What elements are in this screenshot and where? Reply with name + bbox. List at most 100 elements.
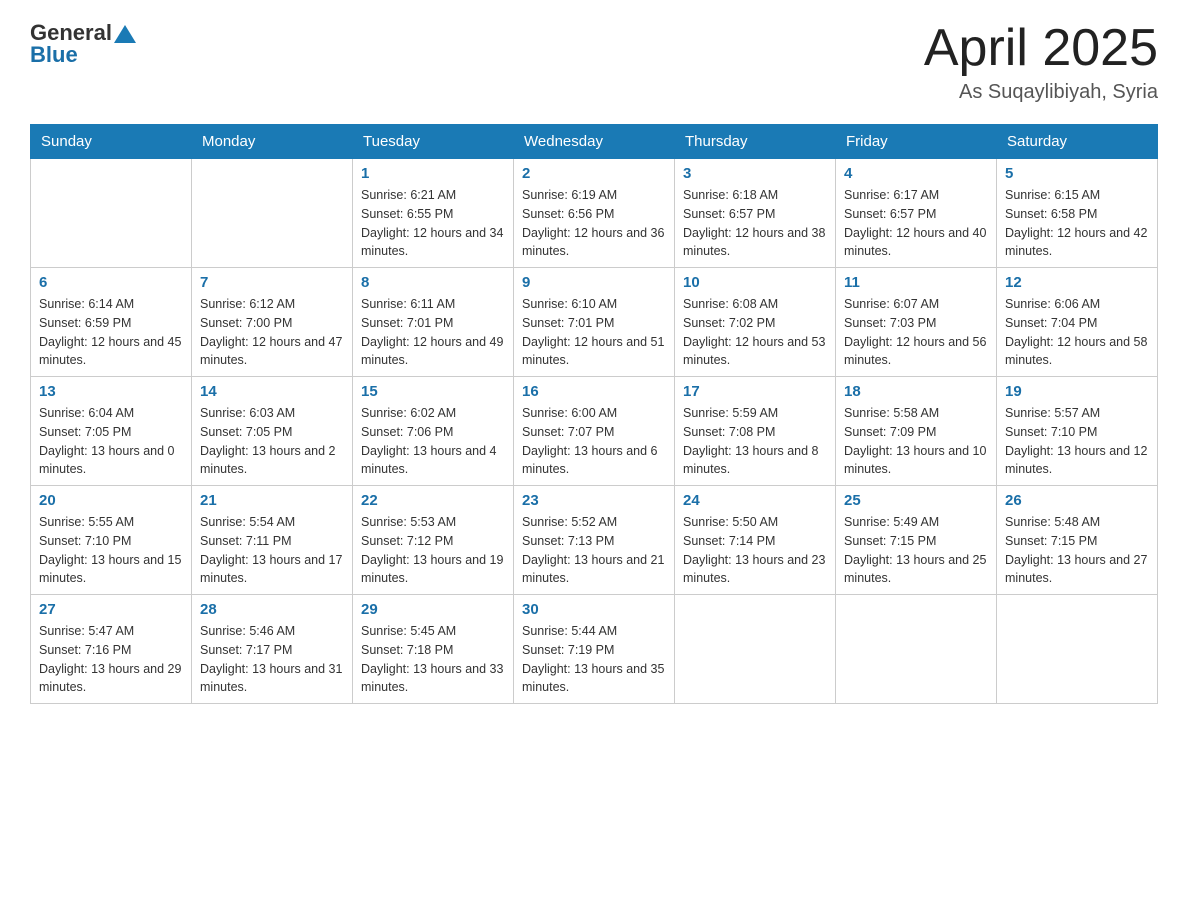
day-of-week-header: Tuesday	[353, 125, 514, 159]
day-number: 7	[200, 274, 344, 291]
calendar-cell	[31, 159, 192, 268]
calendar-cell	[675, 595, 836, 704]
day-number: 12	[1005, 274, 1149, 291]
day-number: 10	[683, 274, 827, 291]
day-info: Sunrise: 6:03 AMSunset: 7:05 PMDaylight:…	[200, 404, 344, 479]
day-info: Sunrise: 5:44 AMSunset: 7:19 PMDaylight:…	[522, 622, 666, 697]
day-number: 29	[361, 601, 505, 618]
calendar-cell: 21 Sunrise: 5:54 AMSunset: 7:11 PMDayligh…	[192, 486, 353, 595]
day-info: Sunrise: 5:46 AMSunset: 7:17 PMDaylight:…	[200, 622, 344, 697]
calendar-cell: 25 Sunrise: 5:49 AMSunset: 7:15 PMDayligh…	[836, 486, 997, 595]
day-number: 25	[844, 492, 988, 509]
calendar-header-row: SundayMondayTuesdayWednesdayThursdayFrid…	[31, 125, 1158, 159]
day-info: Sunrise: 6:04 AMSunset: 7:05 PMDaylight:…	[39, 404, 183, 479]
day-number: 14	[200, 383, 344, 400]
day-info: Sunrise: 6:11 AMSunset: 7:01 PMDaylight:…	[361, 295, 505, 370]
day-number: 11	[844, 274, 988, 291]
day-info: Sunrise: 5:59 AMSunset: 7:08 PMDaylight:…	[683, 404, 827, 479]
day-number: 3	[683, 165, 827, 182]
title-block: April 2025 As Suqaylibiyah, Syria	[924, 20, 1158, 104]
day-info: Sunrise: 5:54 AMSunset: 7:11 PMDaylight:…	[200, 513, 344, 588]
calendar-cell: 11 Sunrise: 6:07 AMSunset: 7:03 PMDayligh…	[836, 268, 997, 377]
calendar-cell: 15 Sunrise: 6:02 AMSunset: 7:06 PMDayligh…	[353, 377, 514, 486]
day-info: Sunrise: 6:15 AMSunset: 6:58 PMDaylight:…	[1005, 186, 1149, 261]
calendar-cell: 12 Sunrise: 6:06 AMSunset: 7:04 PMDayligh…	[997, 268, 1158, 377]
day-info: Sunrise: 5:49 AMSunset: 7:15 PMDaylight:…	[844, 513, 988, 588]
day-info: Sunrise: 6:00 AMSunset: 7:07 PMDaylight:…	[522, 404, 666, 479]
day-info: Sunrise: 6:17 AMSunset: 6:57 PMDaylight:…	[844, 186, 988, 261]
calendar-cell: 26 Sunrise: 5:48 AMSunset: 7:15 PMDayligh…	[997, 486, 1158, 595]
day-of-week-header: Saturday	[997, 125, 1158, 159]
day-info: Sunrise: 5:58 AMSunset: 7:09 PMDaylight:…	[844, 404, 988, 479]
subtitle: As Suqaylibiyah, Syria	[924, 81, 1158, 104]
calendar-week-row: 13 Sunrise: 6:04 AMSunset: 7:05 PMDayligh…	[31, 377, 1158, 486]
calendar-cell: 10 Sunrise: 6:08 AMSunset: 7:02 PMDayligh…	[675, 268, 836, 377]
calendar-table: SundayMondayTuesdayWednesdayThursdayFrid…	[30, 124, 1158, 704]
day-number: 9	[522, 274, 666, 291]
day-info: Sunrise: 6:12 AMSunset: 7:00 PMDaylight:…	[200, 295, 344, 370]
day-number: 13	[39, 383, 183, 400]
calendar-cell	[836, 595, 997, 704]
day-number: 21	[200, 492, 344, 509]
day-number: 23	[522, 492, 666, 509]
day-number: 19	[1005, 383, 1149, 400]
day-number: 1	[361, 165, 505, 182]
day-number: 2	[522, 165, 666, 182]
day-info: Sunrise: 5:52 AMSunset: 7:13 PMDaylight:…	[522, 513, 666, 588]
calendar-week-row: 6Sunrise: 6:14 AMSunset: 6:59 PMDaylight…	[31, 268, 1158, 377]
logo: General Blue	[30, 20, 136, 68]
calendar-cell: 8 Sunrise: 6:11 AMSunset: 7:01 PMDaylight…	[353, 268, 514, 377]
calendar-cell: 29 Sunrise: 5:45 AMSunset: 7:18 PMDayligh…	[353, 595, 514, 704]
day-number: 4	[844, 165, 988, 182]
day-info: Sunrise: 6:19 AMSunset: 6:56 PMDaylight:…	[522, 186, 666, 261]
calendar-cell: 22Sunrise: 5:53 AMSunset: 7:12 PMDayligh…	[353, 486, 514, 595]
day-info: Sunrise: 6:18 AMSunset: 6:57 PMDaylight:…	[683, 186, 827, 261]
day-info: Sunrise: 6:06 AMSunset: 7:04 PMDaylight:…	[1005, 295, 1149, 370]
day-info: Sunrise: 6:08 AMSunset: 7:02 PMDaylight:…	[683, 295, 827, 370]
calendar-cell: 19 Sunrise: 5:57 AMSunset: 7:10 PMDayligh…	[997, 377, 1158, 486]
day-number: 24	[683, 492, 827, 509]
day-number: 20	[39, 492, 183, 509]
day-info: Sunrise: 6:10 AMSunset: 7:01 PMDaylight:…	[522, 295, 666, 370]
day-info: Sunrise: 6:21 AMSunset: 6:55 PMDaylight:…	[361, 186, 505, 261]
logo-triangle-icon	[114, 23, 136, 45]
day-info: Sunrise: 6:02 AMSunset: 7:06 PMDaylight:…	[361, 404, 505, 479]
calendar-cell: 18 Sunrise: 5:58 AMSunset: 7:09 PMDayligh…	[836, 377, 997, 486]
calendar-cell: 1 Sunrise: 6:21 AMSunset: 6:55 PMDaylight…	[353, 159, 514, 268]
day-number: 5	[1005, 165, 1149, 182]
day-of-week-header: Sunday	[31, 125, 192, 159]
calendar-cell: 9 Sunrise: 6:10 AMSunset: 7:01 PMDaylight…	[514, 268, 675, 377]
day-number: 15	[361, 383, 505, 400]
day-info: Sunrise: 5:48 AMSunset: 7:15 PMDaylight:…	[1005, 513, 1149, 588]
calendar-cell: 7 Sunrise: 6:12 AMSunset: 7:00 PMDaylight…	[192, 268, 353, 377]
day-of-week-header: Thursday	[675, 125, 836, 159]
calendar-cell: 6Sunrise: 6:14 AMSunset: 6:59 PMDaylight…	[31, 268, 192, 377]
day-number: 28	[200, 601, 344, 618]
calendar-cell: 16Sunrise: 6:00 AMSunset: 7:07 PMDayligh…	[514, 377, 675, 486]
day-info: Sunrise: 5:45 AMSunset: 7:18 PMDaylight:…	[361, 622, 505, 697]
day-number: 18	[844, 383, 988, 400]
calendar-week-row: 1 Sunrise: 6:21 AMSunset: 6:55 PMDaylight…	[31, 159, 1158, 268]
day-info: Sunrise: 5:50 AMSunset: 7:14 PMDaylight:…	[683, 513, 827, 588]
calendar-cell: 27Sunrise: 5:47 AMSunset: 7:16 PMDayligh…	[31, 595, 192, 704]
main-title: April 2025	[924, 20, 1158, 77]
day-info: Sunrise: 6:07 AMSunset: 7:03 PMDaylight:…	[844, 295, 988, 370]
calendar-cell	[997, 595, 1158, 704]
calendar-cell: 3 Sunrise: 6:18 AMSunset: 6:57 PMDaylight…	[675, 159, 836, 268]
day-number: 30	[522, 601, 666, 618]
calendar-cell: 4 Sunrise: 6:17 AMSunset: 6:57 PMDaylight…	[836, 159, 997, 268]
day-number: 17	[683, 383, 827, 400]
calendar-week-row: 27Sunrise: 5:47 AMSunset: 7:16 PMDayligh…	[31, 595, 1158, 704]
calendar-cell: 2 Sunrise: 6:19 AMSunset: 6:56 PMDaylight…	[514, 159, 675, 268]
day-of-week-header: Wednesday	[514, 125, 675, 159]
calendar-cell: 24 Sunrise: 5:50 AMSunset: 7:14 PMDayligh…	[675, 486, 836, 595]
day-of-week-header: Monday	[192, 125, 353, 159]
calendar-cell: 23 Sunrise: 5:52 AMSunset: 7:13 PMDayligh…	[514, 486, 675, 595]
day-number: 8	[361, 274, 505, 291]
day-number: 26	[1005, 492, 1149, 509]
calendar-cell: 5 Sunrise: 6:15 AMSunset: 6:58 PMDaylight…	[997, 159, 1158, 268]
day-info: Sunrise: 5:57 AMSunset: 7:10 PMDaylight:…	[1005, 404, 1149, 479]
page-header: General Blue April 2025 As Suqaylibiyah,…	[30, 20, 1158, 104]
calendar-cell: 13 Sunrise: 6:04 AMSunset: 7:05 PMDayligh…	[31, 377, 192, 486]
calendar-cell: 14 Sunrise: 6:03 AMSunset: 7:05 PMDayligh…	[192, 377, 353, 486]
